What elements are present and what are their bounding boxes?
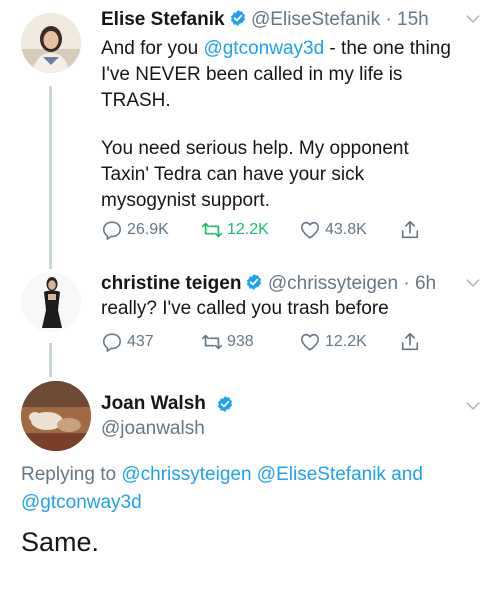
mention-link[interactable]: @gtconway3d	[203, 38, 324, 59]
thread-line	[49, 86, 52, 269]
retweet-button[interactable]: 938	[201, 331, 254, 353]
avatar-christine-teigen[interactable]	[21, 272, 81, 332]
tweet-actions: 26.9K 12.2K 43.8K	[101, 218, 431, 242]
tweet-text: really? I've called you trash before	[101, 298, 389, 319]
heart-icon	[299, 219, 321, 241]
chevron-down-icon[interactable]	[463, 396, 483, 416]
replying-to: Replying to @chrissyteigen @EliseStefani…	[21, 461, 481, 517]
author-name[interactable]: Joan Walsh	[101, 393, 206, 415]
tweet-actions: 437 938 12.2K	[101, 330, 431, 354]
share-button[interactable]	[399, 331, 421, 353]
like-count: 12.2K	[325, 333, 367, 350]
share-icon	[399, 331, 421, 353]
separator-dot: ·	[380, 9, 398, 30]
retweet-count: 938	[227, 333, 254, 350]
reply-and: and	[385, 464, 423, 485]
retweet-button[interactable]: 12.2K	[201, 219, 269, 241]
like-count: 43.8K	[325, 221, 367, 238]
like-button[interactable]: 43.8K	[299, 219, 367, 241]
author-handle[interactable]: @joanwalsh	[101, 418, 205, 440]
timestamp[interactable]: 6h	[415, 273, 436, 294]
mention-link[interactable]: @gtconway3d	[21, 492, 142, 513]
verified-badge-icon	[245, 273, 263, 291]
reply-button[interactable]: 26.9K	[101, 219, 169, 241]
mention-link[interactable]: @EliseStefanik	[257, 464, 386, 485]
reply-icon	[101, 331, 123, 353]
avatar-joan-walsh[interactable]	[21, 381, 91, 451]
reply-icon	[101, 219, 123, 241]
retweet-icon	[201, 331, 223, 353]
author-handle[interactable]: @chrissyteigen	[268, 273, 398, 294]
avatar-elise-stefanik[interactable]	[21, 13, 81, 73]
main-tweet-text: Same.	[21, 527, 100, 557]
chevron-down-icon[interactable]	[463, 273, 483, 293]
reply-count: 26.9K	[127, 221, 169, 238]
heart-icon	[299, 331, 321, 353]
verified-badge-icon	[216, 395, 234, 413]
share-button[interactable]	[399, 219, 421, 241]
thread-line	[49, 343, 52, 377]
mention-link[interactable]: @chrissyteigen	[121, 464, 251, 485]
share-icon	[399, 219, 421, 241]
chevron-down-icon[interactable]	[463, 9, 483, 29]
retweet-icon	[201, 219, 223, 241]
author-name[interactable]: christine teigen	[101, 273, 241, 294]
tweet-text: And for you @gtconway3d - the one thing …	[101, 36, 471, 114]
reply-button[interactable]: 437	[101, 331, 154, 353]
author-handle[interactable]: @EliseStefanik	[251, 9, 380, 30]
tweet-text-paragraph: You need serious help. My opponent Taxin…	[101, 138, 409, 211]
retweet-count: 12.2K	[227, 221, 269, 238]
timestamp[interactable]: 15h	[397, 9, 429, 30]
reply-count: 437	[127, 333, 154, 350]
tweet-header: christine teigen @chrissyteigen · 6h	[101, 273, 471, 297]
replying-prefix: Replying to	[21, 464, 122, 485]
author-name[interactable]: Elise Stefanik	[101, 9, 225, 30]
separator-dot: ·	[398, 273, 415, 294]
verified-badge-icon	[229, 9, 247, 27]
like-button[interactable]: 12.2K	[299, 331, 367, 353]
tweet-text-part: And for you	[101, 38, 204, 59]
tweet-header: Elise Stefanik @EliseStefanik · 15h	[101, 9, 471, 33]
